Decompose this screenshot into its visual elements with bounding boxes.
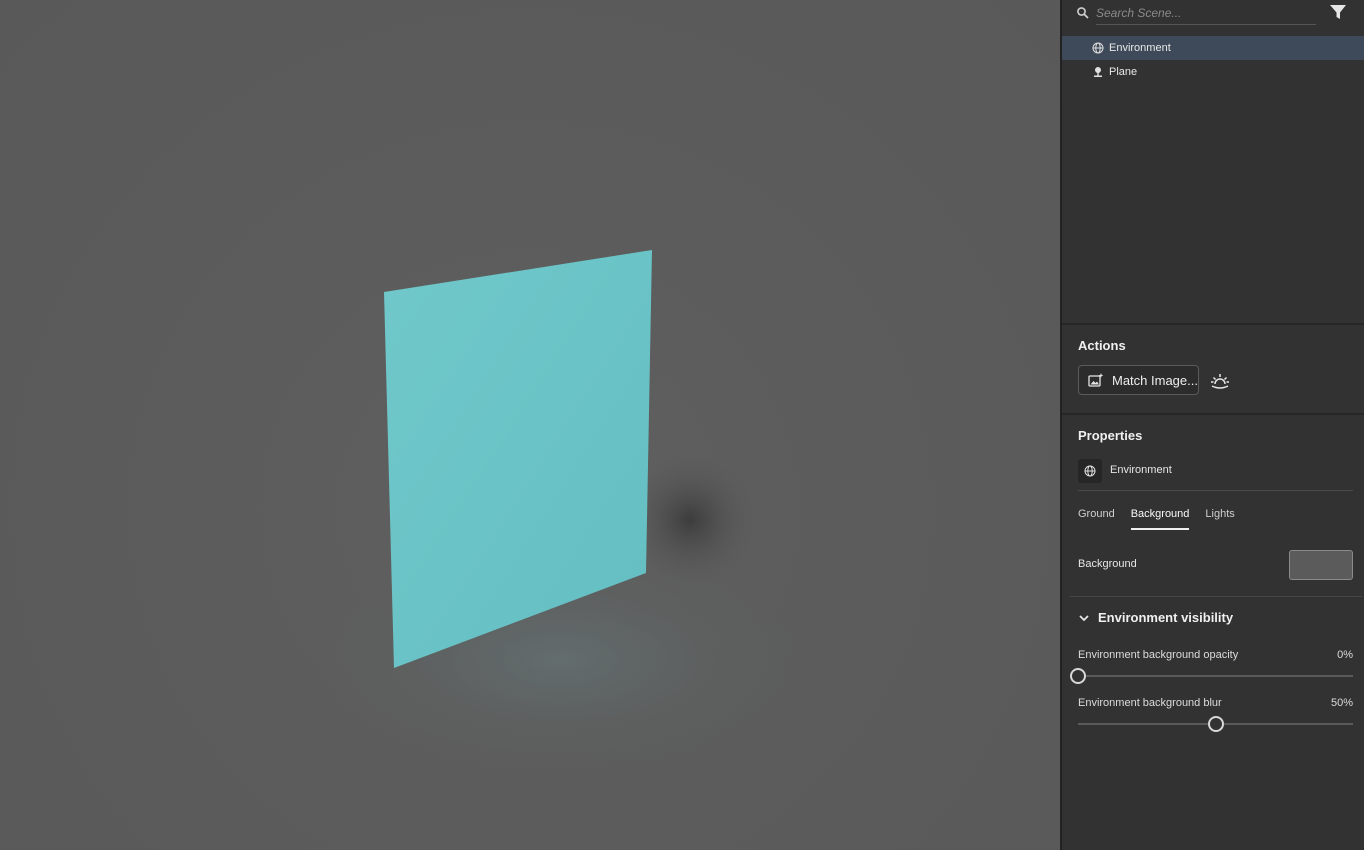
property-tabs: Ground Background Lights (1078, 506, 1251, 530)
environment-visibility-toggle[interactable]: Environment visibility (1078, 610, 1233, 625)
match-image-label: Match Image... (1112, 372, 1198, 388)
opacity-slider-label: Environment background opacity (1078, 649, 1239, 661)
tab-background[interactable]: Background (1130, 506, 1189, 530)
section-divider (1070, 596, 1362, 597)
scene-search-bar (1062, 0, 1364, 36)
tab-ground[interactable]: Ground (1078, 506, 1115, 530)
opacity-slider-track[interactable] (1078, 675, 1353, 677)
filter-icon[interactable] (1329, 3, 1347, 21)
opacity-slider-value: 0% (1337, 649, 1353, 661)
selected-object-label: Environment (1110, 464, 1172, 476)
blur-slider-thumb[interactable] (1207, 716, 1224, 732)
scene-render (290, 250, 830, 780)
actions-title: Actions (1078, 338, 1126, 353)
search-input[interactable] (1096, 2, 1316, 25)
background-label: Background (1078, 558, 1137, 570)
tree-item-label: Plane (1109, 66, 1138, 78)
background-color-swatch[interactable] (1289, 550, 1353, 580)
viewport-canvas[interactable] (0, 0, 1060, 850)
globe-icon (1078, 459, 1102, 483)
scene-tree: Environment Plane (1062, 36, 1364, 84)
globe-icon (1092, 42, 1104, 54)
tab-lights[interactable]: Lights (1205, 506, 1234, 530)
plane-object-icon (1094, 67, 1102, 77)
section-divider (1062, 323, 1364, 325)
opacity-slider-thumb[interactable] (1070, 668, 1086, 684)
tree-item-label: Environment (1109, 42, 1171, 54)
environment-visibility-title: Environment visibility (1098, 610, 1234, 625)
image-sparkle-icon (1088, 373, 1104, 387)
tree-item-environment[interactable]: Environment (1062, 36, 1364, 60)
selected-object-header: Environment (1078, 458, 1353, 491)
search-icon (1077, 7, 1089, 19)
blur-slider-value: 50% (1330, 697, 1353, 709)
sunrise-icon[interactable] (1210, 371, 1230, 391)
tree-item-plane[interactable]: Plane (1062, 60, 1364, 84)
blur-slider-label: Environment background blur (1078, 697, 1222, 709)
section-divider (1062, 413, 1364, 415)
properties-title: Properties (1078, 428, 1143, 443)
match-image-button[interactable]: Match Image... (1078, 365, 1199, 395)
right-panel: Environment Plane Actions Match Image... (1062, 0, 1364, 850)
chevron-down-icon (1079, 614, 1089, 621)
